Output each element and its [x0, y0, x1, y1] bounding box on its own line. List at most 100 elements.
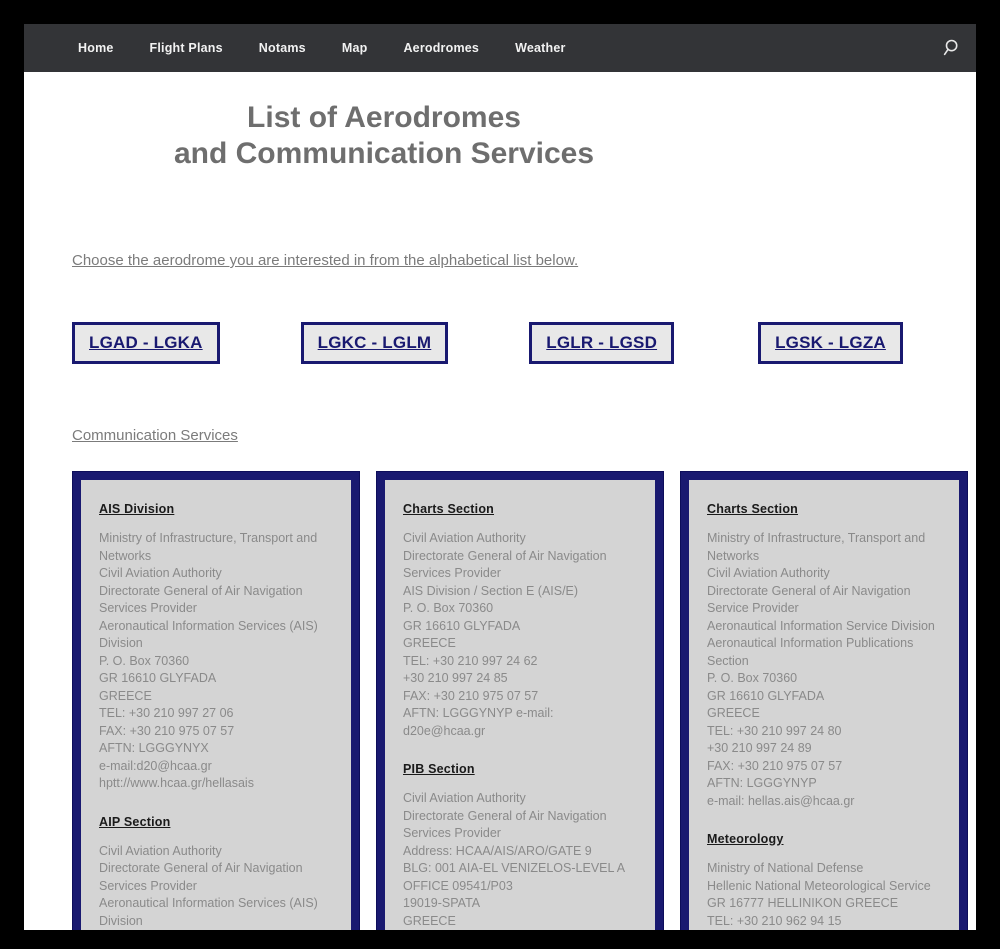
text-line: Aeronautical Information Services (AIS)	[99, 896, 318, 910]
section-heading-ais-division: AIS Division	[99, 502, 175, 516]
comm-column-1: AIS Division Ministry of Infrastructure,…	[72, 471, 360, 930]
text-line: Civil Aviation Authority	[707, 566, 830, 580]
page-title: List of Aerodromes and Communication Ser…	[24, 72, 744, 172]
page-title-line-1: List of Aerodromes	[247, 101, 521, 134]
section-heading-pib-section: PIB Section	[403, 762, 475, 776]
range-gap	[674, 322, 758, 364]
text-line: P. O. Box 70360	[707, 671, 798, 685]
comm-column-1-inner: AIS Division Ministry of Infrastructure,…	[81, 480, 351, 930]
text-line: GR 16610 GLYFADA	[99, 671, 217, 685]
text-line: hptt://www.hcaa.gr/hellasais	[99, 776, 254, 790]
text-line: Civil Aviation Authority	[403, 791, 526, 805]
nav-item-list: Home Flight Plans Notams Map Aerodromes …	[24, 24, 584, 72]
nav-item-weather[interactable]: Weather	[497, 24, 584, 72]
comm-column-2-inner: Charts Section Civil Aviation Authority …	[385, 480, 655, 930]
text-line: OFFICE 09541/P03	[403, 878, 513, 893]
text-line: Division	[99, 913, 143, 928]
text-line: Directorate General of Air Navigation	[403, 548, 607, 563]
page-content: List of Aerodromes and Communication Ser…	[24, 72, 976, 930]
text-line: Civil Aviation Authority	[403, 531, 526, 545]
text-line: AFTN: LGGGYNYP e-mail:	[403, 706, 554, 720]
text-line: d20e@hcaa.gr	[403, 723, 486, 738]
section-body-charts-section-2: Ministry of Infrastructure, Transport an…	[707, 530, 941, 810]
search-icon	[943, 38, 963, 58]
text-line: AFTN: LGGGYNYP	[707, 776, 817, 790]
range-button-lglr-lgsd[interactable]: LGLR - LGSD	[529, 322, 675, 364]
text-line: Address: HCAA/AIS/ARO/GATE 9	[403, 843, 592, 858]
section-heading-charts-section-2: Charts Section	[707, 502, 799, 516]
text-line: Aeronautical Information Service Divisio…	[707, 618, 935, 633]
text-line: Division	[99, 636, 143, 650]
nav-item-map[interactable]: Map	[324, 24, 386, 72]
range-button-lgkc-lglm[interactable]: LGKC - LGLM	[300, 322, 449, 364]
text-line: TEL: +30 210 997 24 62	[403, 653, 538, 668]
range-button-label: LGLR - LGSD	[546, 333, 658, 352]
text-line: TEL: +30 210 962 94 15	[707, 913, 842, 928]
nav-item-notams[interactable]: Notams	[241, 24, 324, 72]
text-line: GREECE	[707, 706, 760, 720]
text-line: FAX: +30 210 975 07 57	[707, 758, 843, 773]
text-line: P. O. Box 70360	[403, 601, 494, 615]
text-line: FAX: +30 210 975 07 57	[99, 723, 235, 738]
text-line: Civil Aviation Authority	[99, 843, 222, 858]
section-body-aip-section: Civil Aviation Authority Directorate Gen…	[99, 843, 333, 931]
text-line: FAX: +30 210 975 07 57	[403, 688, 539, 703]
comm-column-3-inner: Charts Section Ministry of Infrastructur…	[689, 480, 959, 930]
text-line: GREECE	[99, 688, 152, 703]
text-line: TEL: +30 210 997 24 80	[707, 723, 842, 738]
section-heading-aip-section: AIP Section	[99, 814, 171, 829]
section-heading-meteorology: Meteorology	[707, 832, 784, 846]
text-line: Services Provider	[99, 878, 197, 893]
communication-services-columns: AIS Division Ministry of Infrastructure,…	[72, 471, 968, 930]
range-button-label: LGKC - LGLM	[317, 333, 432, 352]
communication-services-heading: Communication Services	[72, 427, 238, 444]
text-line: Hellenic National Meteorological Service	[707, 878, 931, 893]
page-title-line-2: and Communication Services	[173, 137, 595, 170]
text-line: Services Provider	[99, 601, 197, 615]
range-button-label: LGSK - LGZA	[775, 333, 886, 352]
section-body-pib-section: Civil Aviation Authority Directorate Gen…	[403, 790, 637, 930]
text-line: Aeronautical Information Services (AIS)	[99, 618, 318, 633]
text-line: Ministry of National Defense	[707, 861, 864, 875]
range-gap	[220, 322, 301, 364]
text-line: +30 210 997 24 89	[707, 741, 812, 755]
text-line: Aeronautical Information Publications	[707, 636, 914, 650]
range-button-lgsk-lgza[interactable]: LGSK - LGZA	[758, 322, 903, 364]
aerodrome-range-button-row: LGAD - LGKA LGKC - LGLM LGLR - LGSD LGSK…	[72, 322, 952, 364]
text-line: TEL: +30 210 997 27 06	[99, 706, 234, 720]
text-line: Networks	[707, 548, 760, 563]
text-line: Directorate General of Air Navigation	[403, 808, 607, 823]
instruction-text: Choose the aerodrome you are interested …	[72, 252, 579, 269]
text-line: AIS Division / Section E (AIS/E)	[403, 583, 579, 598]
text-line: AFTN: LGGGYNYX	[99, 741, 209, 755]
text-line: Directorate General of Air Navigation	[99, 861, 303, 875]
range-button-label: LGAD - LGKA	[89, 333, 203, 352]
main-navigation-bar: Home Flight Plans Notams Map Aerodromes …	[24, 24, 976, 72]
text-line: Services Provider	[403, 826, 501, 840]
range-button-lgad-lgka[interactable]: LGAD - LGKA	[72, 322, 220, 364]
section-body-charts-section: Civil Aviation Authority Directorate Gen…	[403, 530, 637, 740]
nav-item-flight-plans[interactable]: Flight Plans	[132, 24, 241, 72]
text-line: GREECE	[403, 913, 456, 928]
text-line: BLG: 001 AIA-EL VENIZELOS-LEVEL A	[403, 861, 626, 875]
text-line: Directorate General of Air Navigation	[707, 583, 911, 598]
page-container: Home Flight Plans Notams Map Aerodromes …	[24, 24, 976, 930]
nav-item-aerodromes[interactable]: Aerodromes	[385, 24, 497, 72]
text-line: 19019-SPATA	[403, 896, 481, 910]
search-button[interactable]	[930, 24, 976, 72]
section-body-ais-division: Ministry of Infrastructure, Transport an…	[99, 530, 333, 793]
text-line: Directorate General of Air Navigation	[99, 583, 303, 598]
text-line: Section	[707, 653, 749, 668]
text-line: GR 16610 GLYFADA	[403, 618, 521, 633]
range-gap	[448, 322, 529, 364]
text-line: Services Provider	[403, 566, 501, 580]
text-line: GR 16777 HELLINIKON GREECE	[707, 896, 899, 910]
text-line: +30 210 997 24 85	[403, 671, 508, 685]
text-line: Ministry of Infrastructure, Transport an…	[99, 531, 318, 545]
nav-item-home[interactable]: Home	[60, 24, 132, 72]
text-line: e-mail: hellas.ais@hcaa.gr	[707, 793, 855, 808]
section-body-meteorology: Ministry of National Defense Hellenic Na…	[707, 860, 941, 930]
text-line: P. O. Box 70360	[99, 653, 190, 668]
section-heading-charts-section: Charts Section	[403, 502, 495, 516]
text-line: Service Provider	[707, 601, 799, 615]
